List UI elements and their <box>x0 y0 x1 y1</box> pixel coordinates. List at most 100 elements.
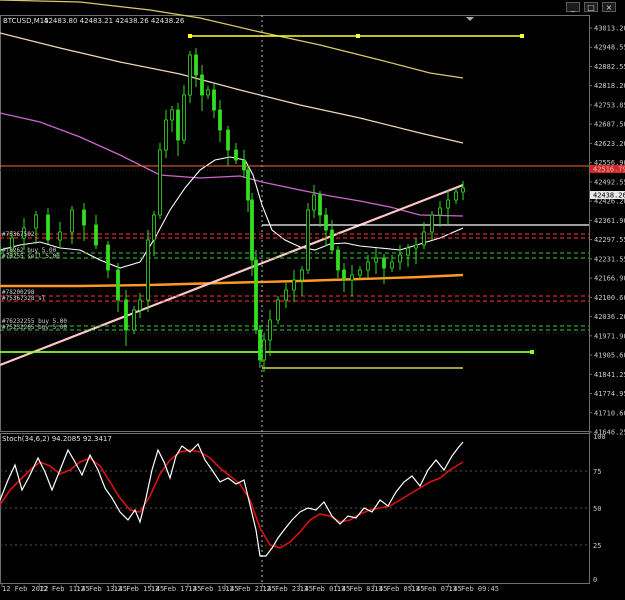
candle-body <box>170 109 174 121</box>
candle-body <box>306 209 310 271</box>
candle-body <box>138 299 142 311</box>
close-icon: × <box>605 3 613 12</box>
candle-body <box>234 149 238 161</box>
ma-orange-line <box>0 273 464 288</box>
candle-body <box>350 274 354 281</box>
candle-body <box>318 194 322 216</box>
ohlc-label: 42483.80 42483.21 42438.26 42438.26 <box>44 17 185 25</box>
candle-body <box>292 279 296 291</box>
price-axis: 43013.20 42948.55 42882.55 42818.20 42753.85… <box>589 25 625 437</box>
maximize-icon: □ <box>587 3 595 12</box>
stoch-level-label: 75 <box>593 468 601 476</box>
close-button[interactable]: × <box>602 2 616 12</box>
price-axis-label: 42818.20 <box>594 82 625 90</box>
time-axis: 12 Feb 202212 Feb 11:4512 Feb 13:4512 Fe… <box>1 584 499 593</box>
candle-body <box>422 231 426 246</box>
price-axis-label: 41905.60 <box>594 352 625 360</box>
price-axis-label: 41710.60 <box>594 409 625 417</box>
candle-body <box>94 224 98 246</box>
stoch-level-label: 50 <box>593 505 601 513</box>
ma-yellow-line <box>0 0 464 79</box>
candle-body <box>342 269 346 281</box>
candle-body <box>158 149 162 216</box>
candle-body <box>200 74 204 96</box>
stoch-axis: 100 75 50 25 0 <box>593 433 606 584</box>
candle-body <box>276 299 280 321</box>
candle-body <box>461 187 465 193</box>
candle-body <box>164 119 168 151</box>
trend-line <box>0 183 464 367</box>
stoch-level-label: 100 <box>593 433 606 441</box>
price-axis-label: 41774.95 <box>594 390 625 398</box>
current-price-tag-text: 42516.79 <box>593 166 625 174</box>
chart-shift-marker[interactable] <box>466 17 474 21</box>
candle-body <box>454 191 458 201</box>
candle-body <box>132 309 136 331</box>
candle-body <box>188 54 192 96</box>
candle-body <box>46 214 50 241</box>
price-axis-label: 42297.55 <box>594 236 625 244</box>
candle-body <box>268 319 272 341</box>
candle-body <box>330 229 334 251</box>
price-axis-label: 42948.55 <box>594 44 625 52</box>
maximize-button[interactable]: □ <box>584 2 598 12</box>
candle-body <box>176 109 180 141</box>
candle-body <box>398 254 402 263</box>
candle-body <box>106 244 110 271</box>
candle-body <box>250 199 254 261</box>
price-axis-label: 41841.25 <box>594 371 625 379</box>
candle-body <box>284 289 288 301</box>
candle-body <box>146 239 150 301</box>
candle-body <box>438 207 442 216</box>
symbol-label: BTCUSD,M15 <box>3 17 49 25</box>
candle-body <box>124 299 128 331</box>
candle-body <box>258 329 262 361</box>
candle-body <box>58 231 62 241</box>
price-axis-label: 42882.55 <box>594 63 625 71</box>
stoch-level-label: 25 <box>593 542 601 550</box>
order-label: #75367502 <box>2 231 35 238</box>
price-axis-label: 42492.55 <box>594 178 625 186</box>
candle-body <box>152 214 156 241</box>
ma-tan-line <box>0 32 464 144</box>
stoch-level-label: 0 <box>593 576 597 584</box>
candle-body <box>246 169 250 201</box>
candle-body <box>382 257 386 269</box>
candle-body <box>366 261 370 271</box>
candle-body <box>194 54 198 76</box>
candle-body <box>182 94 186 141</box>
candle-body <box>336 249 340 271</box>
candle-body <box>406 247 410 256</box>
minimize-button[interactable]: _ <box>566 2 580 12</box>
candle-body <box>390 261 394 269</box>
order-label: #75232265 buy 5.00 <box>2 324 67 331</box>
trading-chart-window[interactable]: _ □ × BTCUSD,M15 42483.80 42483.21 42438… <box>0 0 625 596</box>
order-label: #75367328 sl <box>2 295 46 302</box>
candle-body <box>262 339 266 361</box>
stoch-levels <box>0 470 589 546</box>
horizontal-levels <box>0 34 589 369</box>
price-axis-label: 42100.60 <box>594 294 625 302</box>
main-plot-frame <box>0 15 590 432</box>
candle-body <box>374 257 378 263</box>
candle-body <box>312 194 316 211</box>
candles <box>0 48 465 372</box>
price-axis-label: 41971.90 <box>594 332 625 340</box>
price-axis-label: 42361.90 <box>594 217 625 225</box>
order-label: #76255 sell 5.00 <box>2 253 60 260</box>
candle-body <box>116 269 120 301</box>
candle-body <box>254 259 258 331</box>
stoch-title: Stoch(34,6,2) 94.2085 92.3417 <box>2 435 112 443</box>
price-axis-label: 43013.20 <box>594 25 625 33</box>
candle-body <box>70 209 74 233</box>
price-axis-label: 42623.20 <box>594 140 625 148</box>
candle-body <box>242 159 246 171</box>
ma-purple-line <box>0 112 464 217</box>
minimize-icon: _ <box>571 3 575 12</box>
price-axis-label: 42036.20 <box>594 313 625 321</box>
candle-body <box>212 89 216 111</box>
stoch-signal-line <box>0 449 464 549</box>
price-axis-label: 42687.50 <box>594 121 625 129</box>
time-axis-label: 13 Feb 09:45 <box>448 585 499 593</box>
chart-canvas[interactable]: BTCUSD,M15 42483.80 42483.21 42438.26 42… <box>0 0 625 596</box>
